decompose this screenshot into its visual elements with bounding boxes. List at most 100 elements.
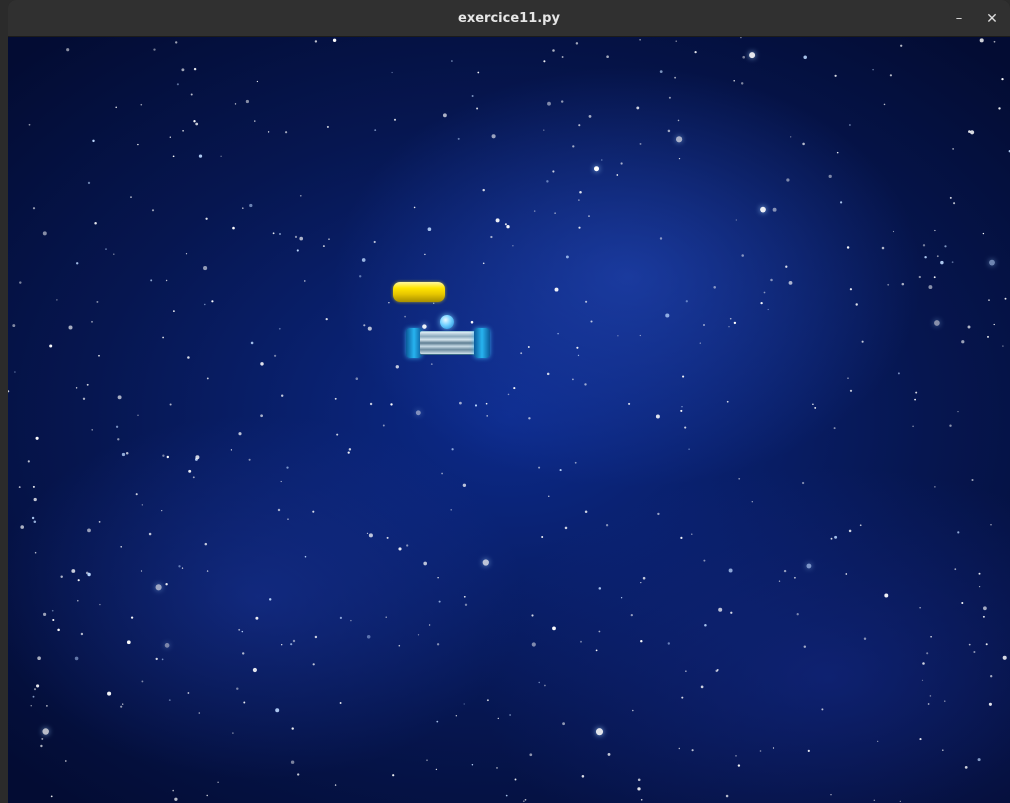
- star: [667, 129, 671, 133]
- star: [204, 303, 206, 306]
- star: [42, 728, 49, 735]
- star: [175, 41, 178, 44]
- star: [173, 310, 175, 312]
- star: [985, 643, 988, 646]
- star: [934, 320, 940, 326]
- star: [919, 607, 921, 609]
- star: [971, 478, 974, 482]
- star: [637, 778, 641, 782]
- game-canvas[interactable]: [8, 37, 1010, 803]
- star: [125, 451, 129, 455]
- star: [135, 493, 138, 496]
- star: [989, 259, 995, 266]
- star: [165, 583, 168, 586]
- star: [642, 576, 646, 580]
- star: [71, 569, 76, 573]
- star: [37, 656, 41, 661]
- star: [437, 577, 439, 579]
- star: [398, 547, 402, 551]
- star: [172, 155, 175, 158]
- star: [830, 537, 833, 540]
- star: [242, 207, 244, 209]
- star: [485, 402, 488, 405]
- star: [33, 497, 37, 502]
- star: [350, 619, 352, 622]
- star: [982, 615, 985, 618]
- star: [477, 71, 480, 74]
- star: [987, 335, 989, 338]
- star: [933, 276, 936, 279]
- star: [41, 737, 44, 740]
- star: [983, 606, 987, 611]
- star: [528, 417, 531, 420]
- star: [367, 326, 372, 331]
- star: [848, 529, 852, 533]
- star: [273, 354, 277, 357]
- star: [702, 323, 706, 327]
- close-button[interactable]: ✕: [981, 8, 1003, 30]
- star: [659, 70, 663, 73]
- star: [785, 265, 788, 268]
- star: [268, 598, 272, 601]
- star: [678, 747, 681, 750]
- star: [162, 454, 165, 457]
- star: [260, 362, 264, 366]
- star: [699, 342, 701, 344]
- star: [812, 403, 814, 405]
- star: [729, 317, 732, 320]
- star: [290, 643, 293, 646]
- star: [988, 299, 990, 301]
- star: [430, 363, 433, 365]
- star: [557, 332, 559, 335]
- star: [491, 134, 496, 139]
- star: [936, 255, 939, 258]
- star: [347, 451, 350, 454]
- star: [490, 235, 493, 239]
- star: [463, 595, 466, 598]
- star: [578, 199, 580, 201]
- title-bar[interactable]: exercice11.py – ✕: [8, 0, 1010, 37]
- star: [807, 749, 810, 753]
- star: [172, 789, 174, 792]
- star: [277, 508, 281, 512]
- star: [336, 433, 339, 436]
- star: [833, 427, 836, 430]
- star: [834, 535, 838, 539]
- star: [250, 341, 254, 345]
- star: [954, 568, 957, 571]
- star: [554, 287, 559, 292]
- star: [255, 616, 259, 620]
- star: [514, 778, 517, 781]
- star: [296, 249, 299, 252]
- star: [806, 563, 812, 569]
- star: [117, 395, 122, 400]
- star: [339, 616, 343, 620]
- star: [590, 320, 593, 323]
- star: [628, 402, 631, 405]
- star: [577, 354, 580, 357]
- star: [1002, 655, 1007, 660]
- star: [607, 752, 611, 756]
- star: [578, 124, 581, 127]
- star: [883, 103, 886, 106]
- star: [198, 154, 203, 158]
- star: [393, 118, 397, 121]
- minimize-button[interactable]: –: [948, 8, 970, 30]
- star: [738, 477, 741, 480]
- star: [121, 452, 126, 457]
- star: [406, 544, 409, 547]
- star: [949, 196, 952, 199]
- star: [130, 196, 132, 198]
- star: [579, 191, 582, 194]
- star: [982, 232, 985, 235]
- star: [87, 572, 91, 577]
- star: [115, 425, 119, 428]
- star: [735, 755, 737, 757]
- star: [725, 794, 729, 798]
- star: [334, 397, 337, 400]
- star: [459, 401, 462, 405]
- star: [164, 643, 170, 648]
- star: [193, 120, 196, 123]
- star: [52, 618, 55, 622]
- star: [538, 681, 540, 684]
